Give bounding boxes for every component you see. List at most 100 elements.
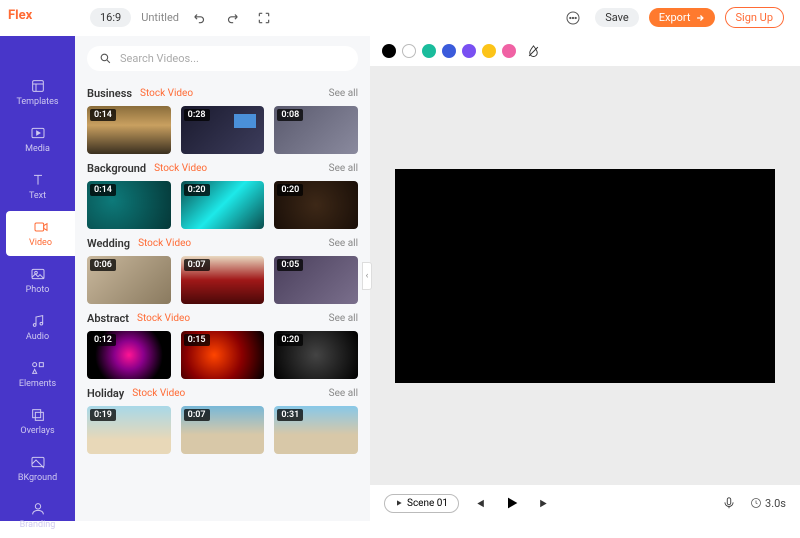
- video-thumbnail[interactable]: 0:06: [87, 256, 171, 304]
- category-title: Wedding: [87, 237, 130, 250]
- search-input[interactable]: [120, 52, 346, 65]
- audio-icon: [30, 313, 46, 329]
- video-thumbnail[interactable]: 0:14: [87, 181, 171, 229]
- export-button[interactable]: Export: [649, 8, 715, 27]
- sidebar-item-label: Elements: [19, 379, 56, 389]
- play-button[interactable]: [500, 491, 524, 515]
- duration-badge: 0:05: [277, 259, 303, 271]
- mic-icon: [722, 496, 736, 510]
- swatch-blue[interactable]: [442, 44, 456, 58]
- next-button[interactable]: [534, 493, 555, 514]
- see-all-link[interactable]: See all: [329, 238, 358, 249]
- chat-button[interactable]: [561, 6, 585, 30]
- see-all-link[interactable]: See all: [329, 163, 358, 174]
- brand-part2: Clip: [32, 8, 55, 23]
- swatch-purple[interactable]: [462, 44, 476, 58]
- category-tag: Stock Video: [138, 238, 191, 249]
- photo-icon: [30, 266, 46, 282]
- redo-icon: [225, 11, 239, 25]
- see-all-link[interactable]: See all: [329, 313, 358, 324]
- chat-icon: [565, 10, 581, 26]
- scene-selector[interactable]: Scene 01: [384, 494, 459, 513]
- duration-badge: 0:08: [277, 109, 303, 121]
- category-header: Wedding Stock Video See all: [87, 237, 358, 250]
- play-small-icon: [395, 499, 403, 507]
- sidebar-item-bkground[interactable]: BKground: [0, 446, 75, 491]
- sidebar-item-text[interactable]: Text: [0, 164, 75, 209]
- arrow-right-icon: [695, 13, 705, 23]
- save-button[interactable]: Save: [595, 8, 639, 27]
- video-thumbnail[interactable]: 0:08: [274, 106, 358, 154]
- video-thumbnail[interactable]: 0:20: [274, 331, 358, 379]
- see-all-link[interactable]: See all: [329, 88, 358, 99]
- sidebar-item-elements[interactable]: Elements: [0, 352, 75, 397]
- swatch-pink[interactable]: [502, 44, 516, 58]
- thumbnail-row: 0:19 0:07 0:31: [87, 406, 358, 454]
- video-thumbnail[interactable]: 0:15: [181, 331, 265, 379]
- redo-button[interactable]: [221, 7, 243, 29]
- undo-button[interactable]: [189, 7, 211, 29]
- scene-label: Scene 01: [407, 498, 448, 509]
- thumbnail-row: 0:140:28 0:08: [87, 106, 358, 154]
- sidebar-item-label: Overlays: [20, 426, 54, 436]
- video-thumbnail[interactable]: 0:05: [274, 256, 358, 304]
- signup-button[interactable]: Sign Up: [725, 7, 785, 28]
- video-thumbnail[interactable]: 0:20: [181, 181, 265, 229]
- duration-badge: 0:20: [277, 184, 303, 196]
- bkground-icon: [30, 454, 46, 470]
- collapse-panel-button[interactable]: ‹: [362, 262, 372, 290]
- sidebar-item-video[interactable]: Video: [6, 211, 75, 256]
- duration-badge: 0:20: [277, 334, 303, 346]
- category-tag: Stock Video: [154, 163, 207, 174]
- player-controls: Scene 01 3.0s: [370, 485, 800, 521]
- video-thumbnail[interactable]: 0:20: [274, 181, 358, 229]
- video-preview[interactable]: [395, 169, 775, 383]
- sidebar-item-label: BKground: [18, 473, 57, 483]
- mic-button[interactable]: [718, 492, 740, 514]
- preview-area: ‹: [370, 66, 800, 485]
- sidebar-item-templates[interactable]: Templates: [0, 70, 75, 115]
- aspect-ratio-button[interactable]: 16:9: [90, 8, 131, 27]
- video-thumbnail[interactable]: 0:31: [274, 406, 358, 454]
- category-title: Background: [87, 162, 146, 175]
- video-thumbnail[interactable]: 0:07: [181, 256, 265, 304]
- duration-badge: 0:07: [184, 409, 210, 421]
- sidebar-item-photo[interactable]: Photo: [0, 258, 75, 303]
- no-color-button[interactable]: [522, 40, 545, 63]
- category-header: HolidayStock VideoSee all: [87, 387, 358, 400]
- swatch-white[interactable]: [402, 44, 416, 58]
- search-wrap[interactable]: [87, 46, 358, 71]
- library-panel: BusinessStock VideoSee all0:140:280:08Ba…: [75, 36, 370, 521]
- next-icon: [538, 497, 551, 510]
- sidebar-item-label: Text: [29, 191, 46, 201]
- video-thumbnail[interactable]: 0:28: [181, 106, 265, 154]
- swatch-teal[interactable]: [422, 44, 436, 58]
- duration-value: 3.0s: [765, 497, 786, 510]
- video-thumbnail[interactable]: 0:07: [181, 406, 265, 454]
- thumbnail-row: 0:14 0:20 0:20: [87, 181, 358, 229]
- brand-part1: Flex: [8, 8, 32, 23]
- play-icon: [504, 495, 520, 511]
- duration-display: 3.0s: [750, 497, 786, 510]
- search-icon: [99, 52, 112, 65]
- see-all-link[interactable]: See all: [329, 388, 358, 399]
- prev-button[interactable]: [469, 493, 490, 514]
- sidebar-item-branding[interactable]: Branding: [0, 493, 75, 538]
- swatch-black[interactable]: [382, 44, 396, 58]
- sidebar-item-overlays[interactable]: Overlays: [0, 399, 75, 444]
- video-thumbnail[interactable]: 0:12: [87, 331, 171, 379]
- branding-icon: [30, 501, 46, 517]
- undo-icon: [193, 11, 207, 25]
- sidebar-item-label: Branding: [20, 520, 56, 530]
- sidebar-item-audio[interactable]: Audio: [0, 305, 75, 350]
- canvas-area: ‹ Scene 01 3.0s: [370, 36, 800, 521]
- project-title[interactable]: Untitled: [141, 11, 179, 24]
- video-thumbnail[interactable]: 0:14: [87, 106, 171, 154]
- video-icon: [33, 219, 49, 235]
- sidebar: Templates Media Text Video Photo Audio E…: [0, 36, 75, 521]
- duration-badge: 0:20: [184, 184, 210, 196]
- fullscreen-button[interactable]: [253, 7, 275, 29]
- video-thumbnail[interactable]: 0:19: [87, 406, 171, 454]
- swatch-yellow[interactable]: [482, 44, 496, 58]
- sidebar-item-media[interactable]: Media: [0, 117, 75, 162]
